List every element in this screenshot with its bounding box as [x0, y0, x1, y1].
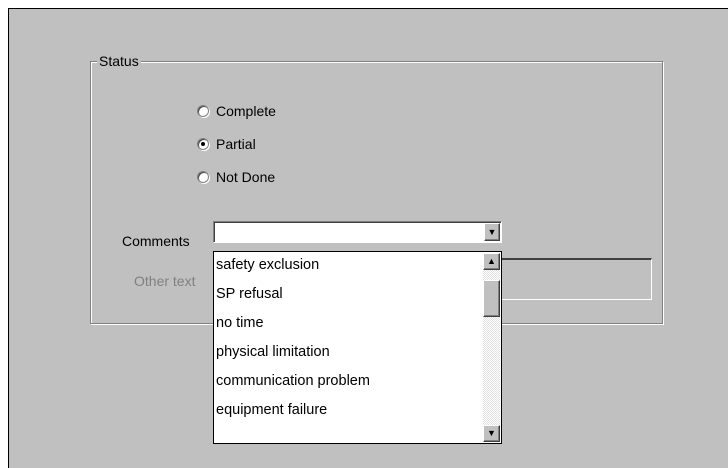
radio-not-done-label: Not Done [216, 169, 276, 185]
chevron-down-icon: ▼ [487, 226, 497, 237]
other-text-label: Other text [134, 273, 196, 289]
other-text-field[interactable] [499, 258, 652, 300]
status-group-label: Status [97, 53, 141, 69]
radio-partial[interactable]: Partial [197, 134, 256, 154]
radio-complete-label: Complete [216, 103, 276, 119]
dropdown-option-no-time[interactable]: no time [214, 312, 483, 341]
radio-button-unchecked-icon[interactable] [197, 171, 209, 183]
dropdown-option-physical-limitation[interactable]: physical limitation [214, 341, 483, 370]
scroll-up-button[interactable]: ▲ [483, 253, 500, 270]
arrow-down-icon: ▼ [487, 428, 496, 438]
radio-partial-label: Partial [216, 136, 256, 152]
radio-button-checked-icon[interactable] [197, 138, 209, 150]
dropdown-option-safety-exclusion[interactable]: safety exclusion [214, 254, 483, 283]
scroll-down-button[interactable]: ▼ [483, 425, 500, 442]
dropdown-scrollbar[interactable]: ▲ ▼ [483, 253, 500, 442]
dropdown-option-sp-refusal[interactable]: SP refusal [214, 283, 483, 312]
radio-button-unchecked-icon[interactable] [197, 105, 209, 117]
radio-complete[interactable]: Complete [197, 101, 276, 121]
combobox-dropdown-button[interactable]: ▼ [484, 223, 500, 241]
radio-not-done[interactable]: Not Done [197, 167, 275, 187]
scrollbar-thumb[interactable] [483, 280, 500, 317]
dropdown-option-communication-problem[interactable]: communication problem [214, 370, 483, 399]
comments-label: Comments [122, 233, 190, 249]
dropdown-option-equipment-failure[interactable]: equipment failure [214, 399, 483, 428]
arrow-up-icon: ▲ [487, 256, 496, 266]
comments-dropdown-list[interactable]: safety exclusion SP refusal no time phys… [213, 251, 502, 444]
comments-combobox[interactable]: ▼ [213, 221, 502, 243]
